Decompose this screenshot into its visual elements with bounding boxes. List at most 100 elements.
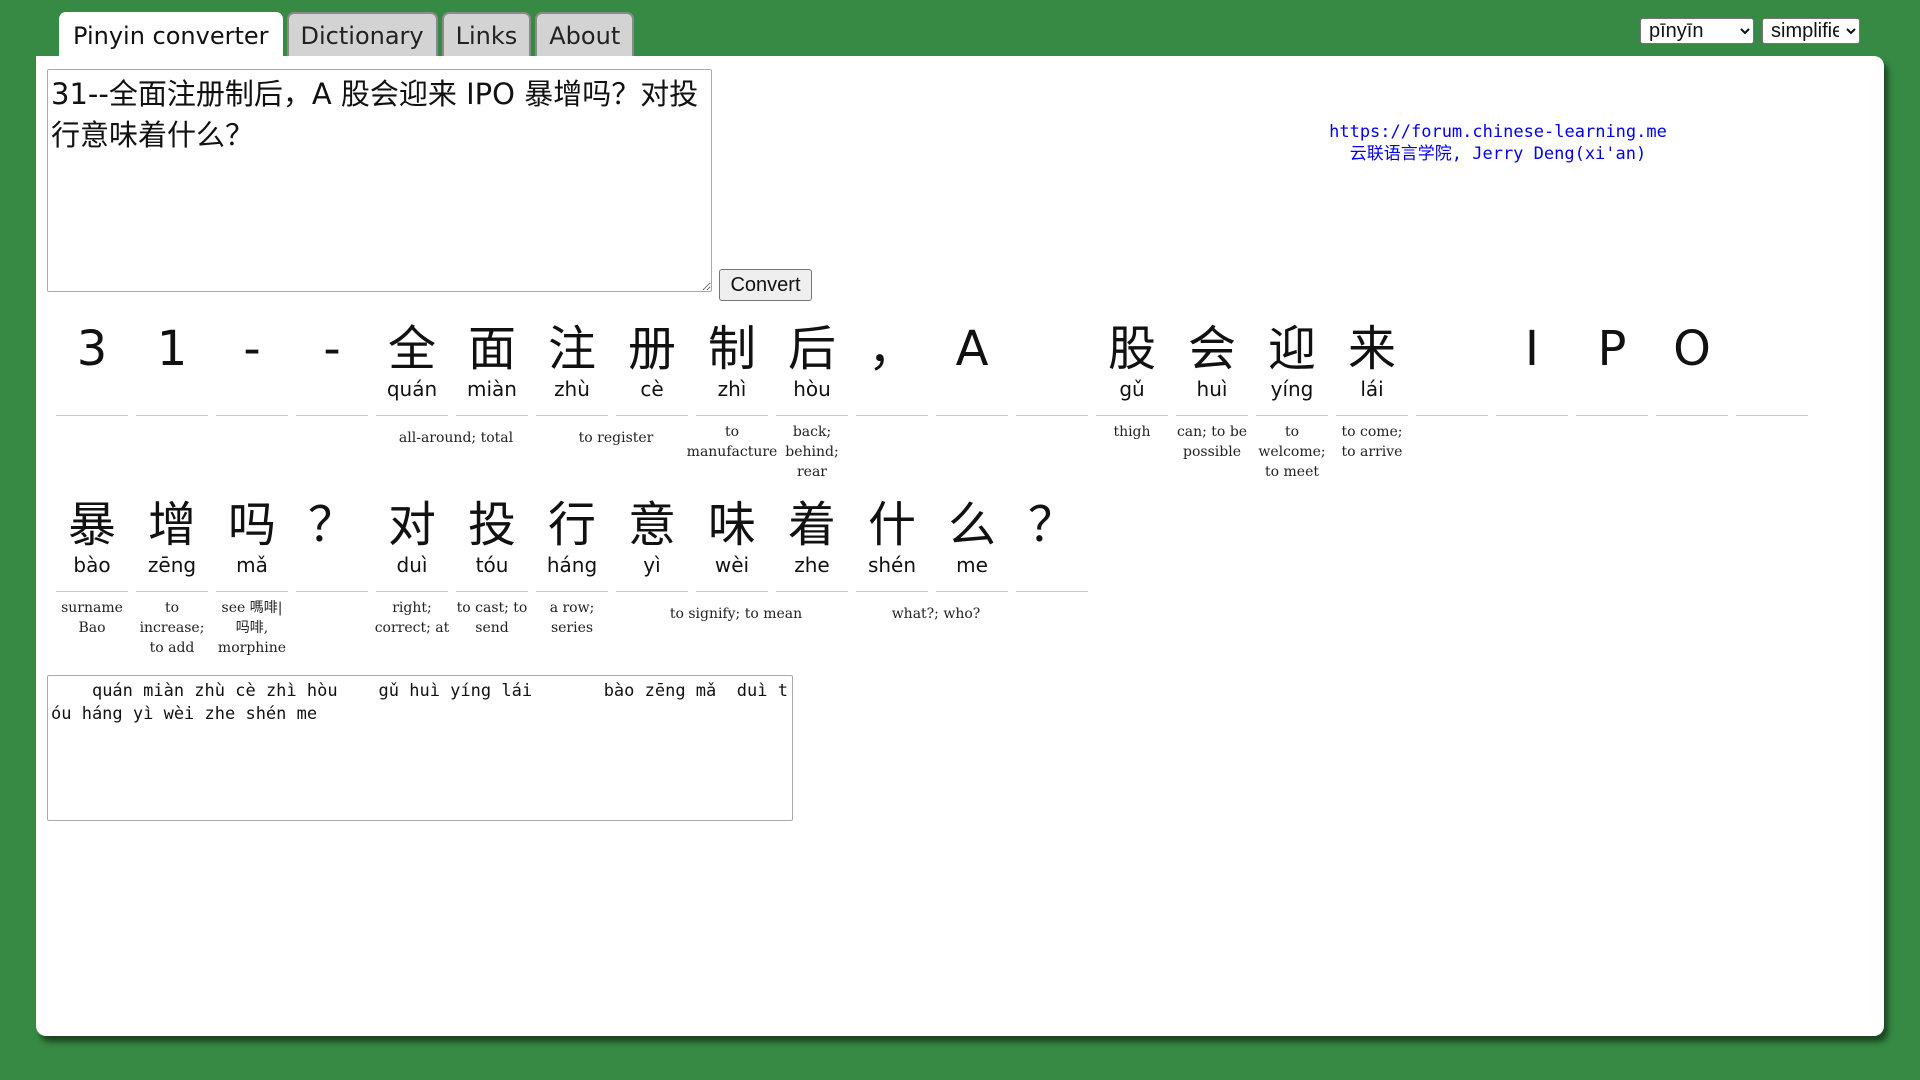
tab-links[interactable]: Links (441, 12, 532, 56)
forum-link[interactable]: https://forum.chinese-learning.me (1298, 121, 1698, 143)
char-cell: 全 quán (372, 322, 452, 482)
options-bar: pīnyīn simplified (1640, 18, 1860, 44)
char-cell: 3 (52, 322, 132, 482)
cell-underline (936, 415, 1008, 416)
char-cell (1732, 322, 1812, 482)
hanzi-char: 味 (707, 497, 756, 553)
char-cell: 味 wèi (692, 498, 772, 658)
hanzi-char: 意 (627, 497, 676, 553)
cell-underline (216, 591, 288, 592)
tab-dictionary[interactable]: Dictionary (286, 12, 438, 56)
char-cell: 投 tóu to cast; to send (452, 498, 532, 658)
cell-underline (856, 415, 928, 416)
word-definition: to signify; to mean (669, 606, 803, 622)
definition-text: to increase; to add (139, 600, 205, 656)
hanzi-char: 股 (1107, 321, 1156, 377)
tab-bar: Pinyin converter Dictionary Links About (59, 12, 635, 56)
char-cell: 后 hòu back; behind; rear (772, 322, 852, 482)
hanzi-char: I (1524, 321, 1540, 377)
hanzi-char: 1 (156, 321, 188, 377)
cell-underline (1176, 415, 1248, 416)
pinyin-syllable: shén (867, 553, 917, 577)
pinyin-syllable: zhù (554, 377, 590, 401)
char-cell: O (1652, 322, 1732, 482)
char-cell: 制 zhì to manufacture (687, 321, 778, 482)
cell-underline (1016, 415, 1088, 416)
pinyin-syllable: quán (386, 377, 438, 401)
convert-button[interactable]: Convert (719, 269, 812, 301)
cell-underline (536, 591, 608, 592)
char-cell (1412, 322, 1492, 482)
hanzi-char: 后 (787, 321, 836, 377)
definition-text: can; to be possible (1176, 424, 1248, 460)
pinyin-syllable: zhe (794, 553, 830, 577)
char-cell: 对 duì right; correct; at (372, 498, 452, 658)
pinyin-syllable: mǎ (236, 553, 268, 577)
char-cell: 迎 yíng to welcome; to meet (1252, 322, 1332, 482)
char-cell: ？ (1012, 498, 1092, 658)
char-cell: - (212, 322, 292, 482)
cell-underline (456, 415, 528, 416)
pinyin-syllable: huì (1196, 377, 1228, 401)
char-cell: 会 huì can; to be possible (1172, 322, 1252, 482)
cell-underline (536, 415, 608, 416)
hanzi-char: - (323, 321, 341, 377)
cell-underline (56, 591, 128, 592)
definition-text: to come; to arrive (1341, 424, 1403, 460)
hanzi-char: 全 (387, 321, 436, 377)
char-cell: 1 (132, 322, 212, 482)
annotation-row-2: 暴 bào surname Bao 增 zēng to increase; to add 吗… (52, 498, 1092, 658)
definition-text: right; correct; at (374, 600, 450, 636)
cell-underline (1496, 415, 1568, 416)
char-cell: 什 shén (852, 498, 932, 658)
char-cell: 注 zhù (532, 322, 612, 482)
cell-underline (776, 591, 848, 592)
pinyin-output[interactable]: quán miàn zhù cè zhì hòu gǔ huì yíng lái… (47, 675, 793, 821)
hanzi-char: 制 (707, 321, 756, 377)
cell-underline (136, 591, 208, 592)
definition-text: surname Bao (61, 600, 123, 636)
tab-about[interactable]: About (535, 12, 635, 56)
script-select[interactable]: simplified (1762, 18, 1860, 44)
char-cell: 着 zhe (772, 498, 852, 658)
word-definition: what?; who? (891, 606, 981, 622)
char-cell: - (292, 322, 372, 482)
pinyin-syllable: duì (396, 553, 428, 577)
hanzi-char: ？ (307, 497, 356, 553)
chinese-input[interactable]: 31--全面注册制后，A 股会迎来 IPO 暴增吗？对投行意味着什么？ (47, 69, 712, 292)
word-definition: all-around; total (398, 430, 514, 446)
cell-underline (1656, 415, 1728, 416)
pinyin-syllable: yì (643, 553, 661, 577)
char-cell: 行 háng a row; series (532, 498, 612, 658)
definition-text: to manufacture (686, 424, 778, 460)
tab-pinyin-converter[interactable]: Pinyin converter (59, 12, 283, 56)
hanzi-char: A (955, 321, 989, 377)
hanzi-char: 增 (147, 497, 196, 553)
cell-underline (1016, 591, 1088, 592)
cell-underline (296, 591, 368, 592)
pinyin-syllable: cè (640, 377, 664, 401)
definition-text: to cast; to send (456, 600, 528, 636)
char-cell: 么 me (932, 498, 1012, 658)
pinyin-syllable: bào (73, 553, 111, 577)
pinyin-syllable: yíng (1270, 377, 1314, 401)
hanzi-char: 暴 (67, 497, 116, 553)
cell-underline (696, 415, 768, 416)
char-cell: 册 cè (612, 322, 692, 482)
definition-text: thigh (1113, 424, 1151, 440)
main-panel: 31--全面注册制后，A 股会迎来 IPO 暴增吗？对投行意味着什么？ Conv… (36, 56, 1884, 1036)
hanzi-char: O (1673, 321, 1711, 377)
romanization-select[interactable]: pīnyīn (1640, 18, 1754, 44)
char-cell: I (1492, 322, 1572, 482)
definition-text: see 嗎啡| 吗啡, morphine (217, 600, 287, 656)
char-cell: 股 gǔ thigh (1092, 322, 1172, 482)
cell-underline (936, 591, 1008, 592)
hanzi-char: 册 (627, 321, 676, 377)
hanzi-char: 么 (947, 497, 996, 553)
hanzi-char: - (243, 321, 261, 377)
pinyin-syllable: wèi (714, 553, 750, 577)
cell-underline (376, 415, 448, 416)
hanzi-char: 来 (1347, 321, 1396, 377)
cell-underline (1576, 415, 1648, 416)
pinyin-syllable: lái (1360, 377, 1384, 401)
